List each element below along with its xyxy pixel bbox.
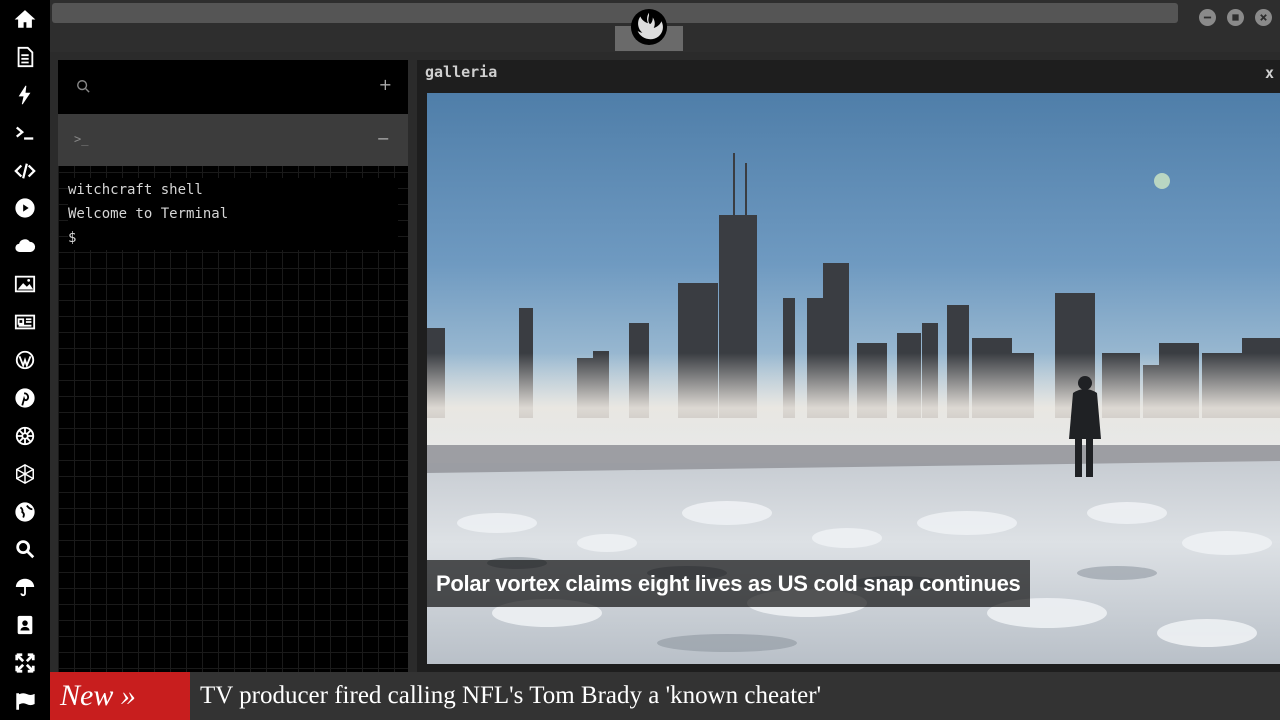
news-ticker: New » TV producer fired calling NFL's To…	[50, 672, 1280, 720]
app-dock	[0, 0, 50, 720]
expand-icon[interactable]	[0, 644, 50, 682]
terminal-line: witchcraft shell	[68, 182, 203, 198]
contacts-icon[interactable]	[0, 606, 50, 644]
collapse-terminal-button[interactable]: −	[377, 129, 390, 148]
home-icon[interactable]	[0, 0, 50, 38]
terminal-line: Welcome to Terminal	[68, 206, 229, 222]
terminal-icon[interactable]	[0, 114, 50, 152]
cloud-icon[interactable]	[0, 227, 50, 265]
maximize-icon[interactable]	[1227, 9, 1244, 26]
image-icon[interactable]	[0, 265, 50, 303]
gallery-close-button[interactable]: x	[1265, 64, 1274, 82]
search-icon[interactable]	[0, 530, 50, 568]
umbrella-icon[interactable]	[0, 568, 50, 606]
add-terminal-button[interactable]: +	[379, 75, 392, 94]
document-icon[interactable]	[0, 38, 50, 76]
ticker-headline[interactable]: TV producer fired calling NFL's Tom Brad…	[200, 672, 821, 720]
code-icon[interactable]	[0, 152, 50, 190]
close-icon[interactable]	[1255, 9, 1272, 26]
ticker-badge: New »	[50, 672, 190, 720]
gallery-caption[interactable]: Polar vortex claims eight lives as US co…	[427, 560, 1031, 607]
gallery-title: galleria	[425, 63, 498, 81]
flag-icon[interactable]	[0, 682, 50, 720]
pinterest-icon[interactable]	[0, 379, 50, 417]
play-icon[interactable]	[0, 189, 50, 227]
empire-icon[interactable]	[0, 417, 50, 455]
wordpress-icon[interactable]	[0, 341, 50, 379]
newspaper-icon[interactable]	[0, 303, 50, 341]
terminal-output[interactable]: witchcraft shell Welcome to Terminal $	[68, 178, 398, 250]
search-icon[interactable]	[76, 79, 90, 93]
terminal-panel: + >_ − witchcraft shell Welcome to Termi…	[58, 60, 408, 672]
rebel-alliance-icon[interactable]	[630, 8, 668, 46]
prompt-icon: >_	[74, 132, 89, 146]
minimize-icon[interactable]	[1199, 9, 1216, 26]
address-bar[interactable]	[52, 3, 1178, 23]
lightning-icon[interactable]	[0, 76, 50, 114]
network-icon[interactable]	[0, 455, 50, 493]
terminal-search-bar[interactable]: +	[58, 60, 408, 114]
terminal-prompt[interactable]: $	[68, 226, 398, 250]
top-bar	[50, 0, 1280, 52]
terminal-tab[interactable]: >_ −	[58, 114, 408, 166]
globe-icon[interactable]	[0, 493, 50, 531]
